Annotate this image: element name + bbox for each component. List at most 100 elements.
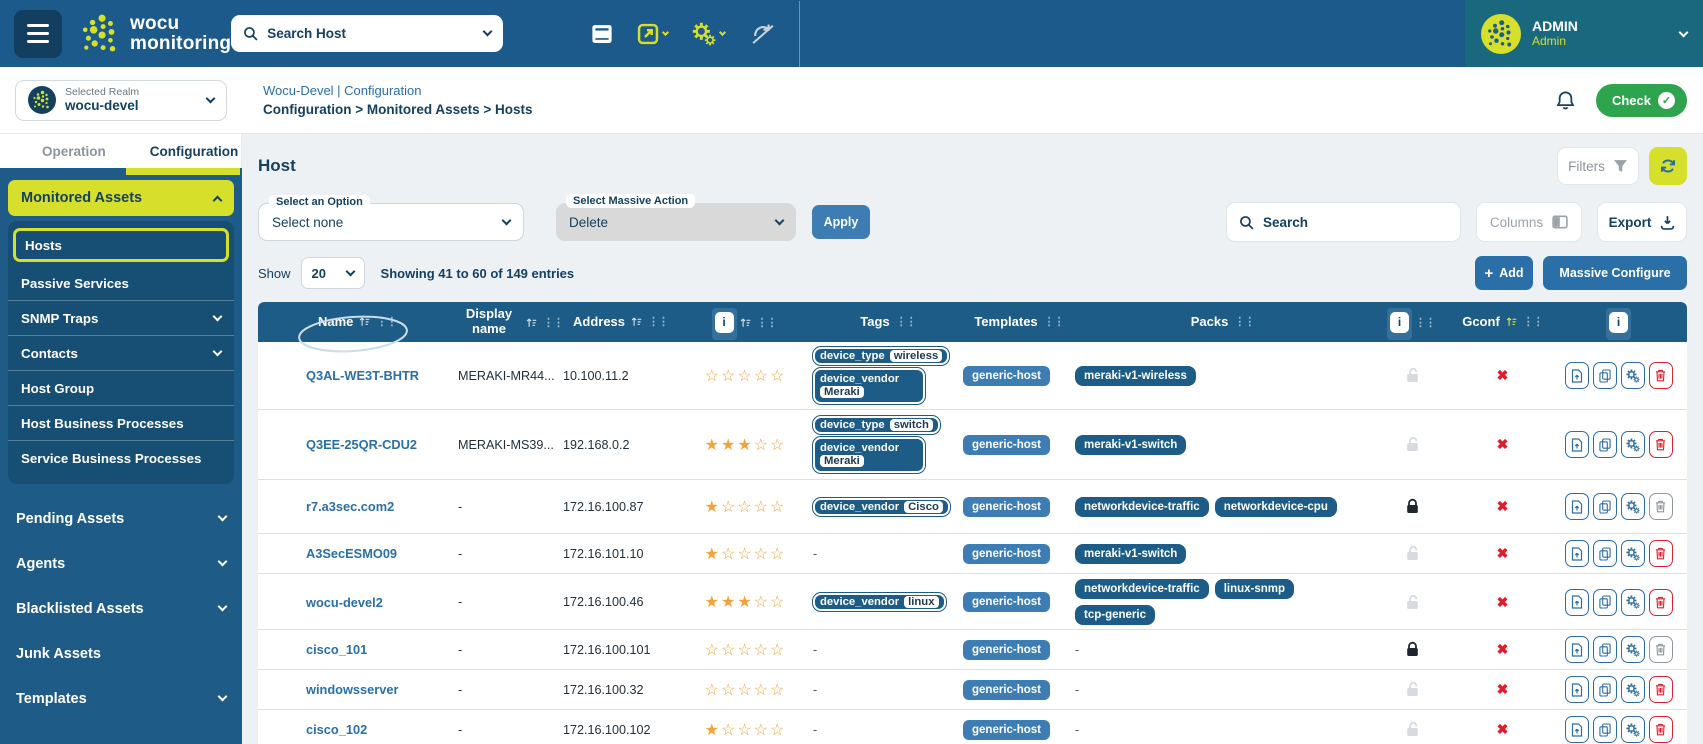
host-name-link[interactable]: wocu-devel2 [306, 595, 383, 610]
drag-handle-icon[interactable]: ⋮⋮ [1044, 315, 1064, 328]
host-search-input[interactable] [267, 26, 475, 41]
breadcrumb-context[interactable]: Wocu-Devel | Configuration [263, 83, 533, 98]
export-button[interactable]: Export [1597, 202, 1687, 242]
duplicate-host-button[interactable] [1593, 716, 1617, 743]
check-button[interactable]: Check ✓ [1596, 84, 1687, 117]
column-header-info-9[interactable]: i [1550, 312, 1687, 333]
column-header-templates[interactable]: Templates⋮⋮ [963, 315, 1075, 330]
sidebar-item-passive-services[interactable]: Passive Services [8, 266, 234, 301]
delete-host-button[interactable] [1649, 540, 1673, 567]
configure-host-button[interactable] [1621, 716, 1645, 743]
sort-icon[interactable] [359, 316, 370, 327]
drag-handle-icon[interactable]: ⋮⋮ [1523, 315, 1543, 328]
hamburger-menu-button[interactable] [14, 10, 62, 58]
duplicate-host-button[interactable] [1593, 676, 1617, 703]
configure-host-button[interactable] [1621, 493, 1645, 520]
delete-host-button[interactable] [1649, 636, 1673, 663]
delete-host-button[interactable] [1649, 431, 1673, 458]
admin-menu[interactable]: ADMIN Admin [1465, 0, 1703, 67]
add-button[interactable]: + Add [1475, 256, 1533, 290]
page-size-select[interactable]: 20 [301, 257, 365, 289]
host-name-link[interactable]: r7.a3sec.com2 [306, 499, 394, 514]
configure-host-button[interactable] [1621, 589, 1645, 616]
duplicate-host-button[interactable] [1593, 636, 1617, 663]
sidebar-item-templates[interactable]: Templates [8, 676, 234, 721]
sync-disabled-icon[interactable] [749, 22, 777, 46]
settings-gears-icon[interactable] [692, 22, 725, 46]
configure-host-button[interactable] [1621, 636, 1645, 663]
tab-configuration[interactable]: Configuration [150, 144, 238, 159]
host-name-link[interactable]: A3SecESMO09 [306, 546, 397, 561]
delete-host-button[interactable] [1649, 362, 1673, 389]
massive-configure-button[interactable]: Massive Configure [1543, 256, 1687, 290]
export-host-button[interactable] [1565, 431, 1589, 458]
drag-handle-icon[interactable]: ⋮⋮ [543, 316, 563, 329]
sidebar-item-monitored-assets[interactable]: Monitored Assets [8, 180, 234, 216]
column-header-display-name[interactable]: Display name⋮⋮ [458, 307, 563, 336]
sidebar-item-host-group[interactable]: Host Group [8, 371, 234, 406]
duplicate-host-button[interactable] [1593, 589, 1617, 616]
docs-book-icon[interactable] [591, 24, 613, 44]
export-host-button[interactable] [1565, 676, 1589, 703]
duplicate-host-button[interactable] [1593, 362, 1617, 389]
sidebar-item-agents[interactable]: Agents [8, 541, 234, 586]
refresh-button[interactable] [1649, 147, 1687, 185]
notifications-bell-icon[interactable] [1555, 90, 1576, 111]
duplicate-host-button[interactable] [1593, 431, 1617, 458]
host-name-link[interactable]: cisco_102 [306, 722, 367, 737]
delete-host-button[interactable] [1649, 589, 1673, 616]
drag-handle-icon[interactable]: ⋮⋮ [896, 315, 916, 328]
drag-handle-icon[interactable]: ⋮⋮ [757, 316, 777, 329]
drag-handle-icon[interactable]: ⋮⋮ [1234, 315, 1254, 328]
duplicate-host-button[interactable] [1593, 540, 1617, 567]
column-header-info-3[interactable]: i⋮⋮ [678, 312, 813, 333]
delete-host-button[interactable] [1649, 493, 1673, 520]
massive-action-select[interactable]: Select Massive Action Delete [556, 203, 796, 241]
host-name-link[interactable]: Q3AL-WE3T-BHTR [306, 368, 419, 383]
column-header-name[interactable]: Name⋮⋮ [258, 315, 458, 330]
export-host-button[interactable] [1565, 540, 1589, 567]
sidebar-item-blacklisted-assets[interactable]: Blacklisted Assets [8, 586, 234, 631]
host-name-link[interactable]: cisco_101 [306, 642, 367, 657]
sidebar-item-junk-assets[interactable]: Junk Assets [8, 631, 234, 676]
drag-handle-icon[interactable]: ⋮⋮ [1415, 316, 1435, 329]
table-search-input[interactable] [1263, 215, 1448, 230]
column-header-packs[interactable]: Packs⋮⋮ [1075, 315, 1370, 330]
tab-operation[interactable]: Operation [42, 144, 106, 159]
sort-icon[interactable] [740, 317, 751, 328]
breadcrumb-path[interactable]: Configuration > Monitored Assets > Hosts [263, 102, 533, 117]
sidebar-item-hosts[interactable]: Hosts [13, 228, 229, 262]
column-header-gconf[interactable]: Gconf⋮⋮ [1455, 315, 1550, 330]
export-host-button[interactable] [1565, 362, 1589, 389]
realm-selector[interactable]: Selected Realm wocu-devel [15, 80, 227, 121]
configure-host-button[interactable] [1621, 431, 1645, 458]
export-host-button[interactable] [1565, 589, 1589, 616]
duplicate-host-button[interactable] [1593, 493, 1617, 520]
apply-button[interactable]: Apply [812, 205, 870, 239]
delete-host-button[interactable] [1649, 716, 1673, 743]
host-name-link[interactable]: Q3EE-25QR-CDU2 [306, 437, 417, 452]
export-host-button[interactable] [1565, 636, 1589, 663]
host-name-link[interactable]: windowsserver [306, 682, 398, 697]
option-select[interactable]: Select an Option Select none [258, 203, 524, 241]
sidebar-item-snmp-traps[interactable]: SNMP Traps [8, 301, 234, 336]
column-header-tags[interactable]: Tags⋮⋮ [813, 315, 963, 330]
sidebar-item-service-business-processes[interactable]: Service Business Processes [8, 441, 234, 476]
sidebar-item-contacts[interactable]: Contacts [8, 336, 234, 371]
column-header-info-7[interactable]: i⋮⋮ [1370, 312, 1455, 333]
chevron-down-icon[interactable] [483, 27, 493, 37]
column-header-address[interactable]: Address⋮⋮ [563, 315, 678, 330]
configure-host-button[interactable] [1621, 362, 1645, 389]
drag-handle-icon[interactable]: ⋮⋮ [376, 315, 396, 328]
delete-host-button[interactable] [1649, 676, 1673, 703]
sort-icon[interactable] [631, 316, 642, 327]
export-host-button[interactable] [1565, 493, 1589, 520]
columns-button[interactable]: Columns [1476, 202, 1582, 242]
configure-host-button[interactable] [1621, 540, 1645, 567]
sidebar-item-host-business-processes[interactable]: Host Business Processes [8, 406, 234, 441]
drag-handle-icon[interactable]: ⋮⋮ [648, 315, 668, 328]
sidebar-item-pending-assets[interactable]: Pending Assets [8, 496, 234, 541]
configure-host-button[interactable] [1621, 676, 1645, 703]
filters-button[interactable]: Filters [1557, 147, 1639, 185]
sort-icon[interactable] [526, 317, 537, 328]
